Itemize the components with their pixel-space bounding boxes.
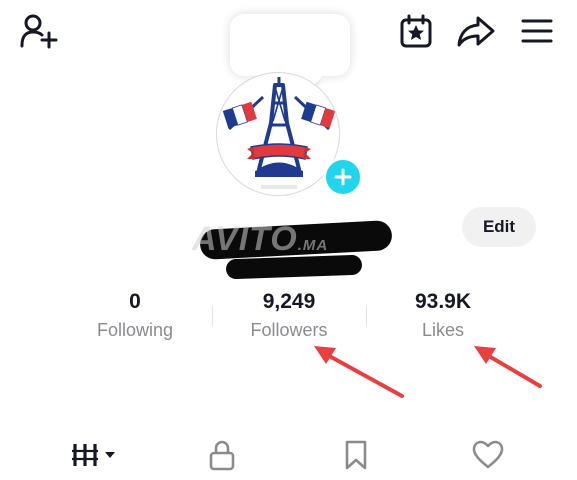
likes-count: 93.9K xyxy=(414,290,472,313)
videos-grid-icon xyxy=(72,444,115,466)
watermark-text: AVITO xyxy=(192,220,298,258)
annotation-arrow-followers xyxy=(314,346,404,398)
calendar-star-icon[interactable] xyxy=(396,12,436,50)
eiffel-tower-flags-illustration xyxy=(222,77,336,189)
add-friend-icon[interactable] xyxy=(18,12,60,50)
liked-heart-icon xyxy=(472,440,504,469)
tab-favorites[interactable] xyxy=(334,436,378,474)
annotation-arrow-likes xyxy=(474,346,542,388)
stat-divider xyxy=(366,306,367,326)
watermark-suffix: .MA xyxy=(297,237,329,254)
following-count: 0 xyxy=(129,290,141,313)
stat-following[interactable]: 0 Following xyxy=(60,290,210,341)
following-label: Following xyxy=(96,320,174,340)
watermark: AVITO.MA xyxy=(192,220,328,259)
status-bubble[interactable] xyxy=(230,14,350,76)
tab-private[interactable] xyxy=(200,436,244,474)
stat-likes[interactable]: 93.9K Likes xyxy=(368,290,518,341)
followers-count: 9,249 xyxy=(262,290,316,313)
favorites-bookmark-icon xyxy=(345,440,367,470)
edit-profile-button[interactable]: Edit xyxy=(462,207,536,247)
avatar[interactable] xyxy=(216,72,340,196)
add-avatar-button[interactable] xyxy=(323,157,363,197)
profile-tab-bar xyxy=(0,430,577,480)
plus-icon xyxy=(334,168,352,186)
private-lock-icon xyxy=(209,440,235,471)
tab-liked[interactable] xyxy=(466,436,510,474)
hamburger-menu-icon[interactable] xyxy=(516,12,558,50)
stat-divider xyxy=(212,306,213,326)
share-arrow-icon[interactable] xyxy=(454,12,498,50)
tab-videos[interactable] xyxy=(62,436,126,474)
stat-followers[interactable]: 9,249 Followers xyxy=(214,290,364,341)
